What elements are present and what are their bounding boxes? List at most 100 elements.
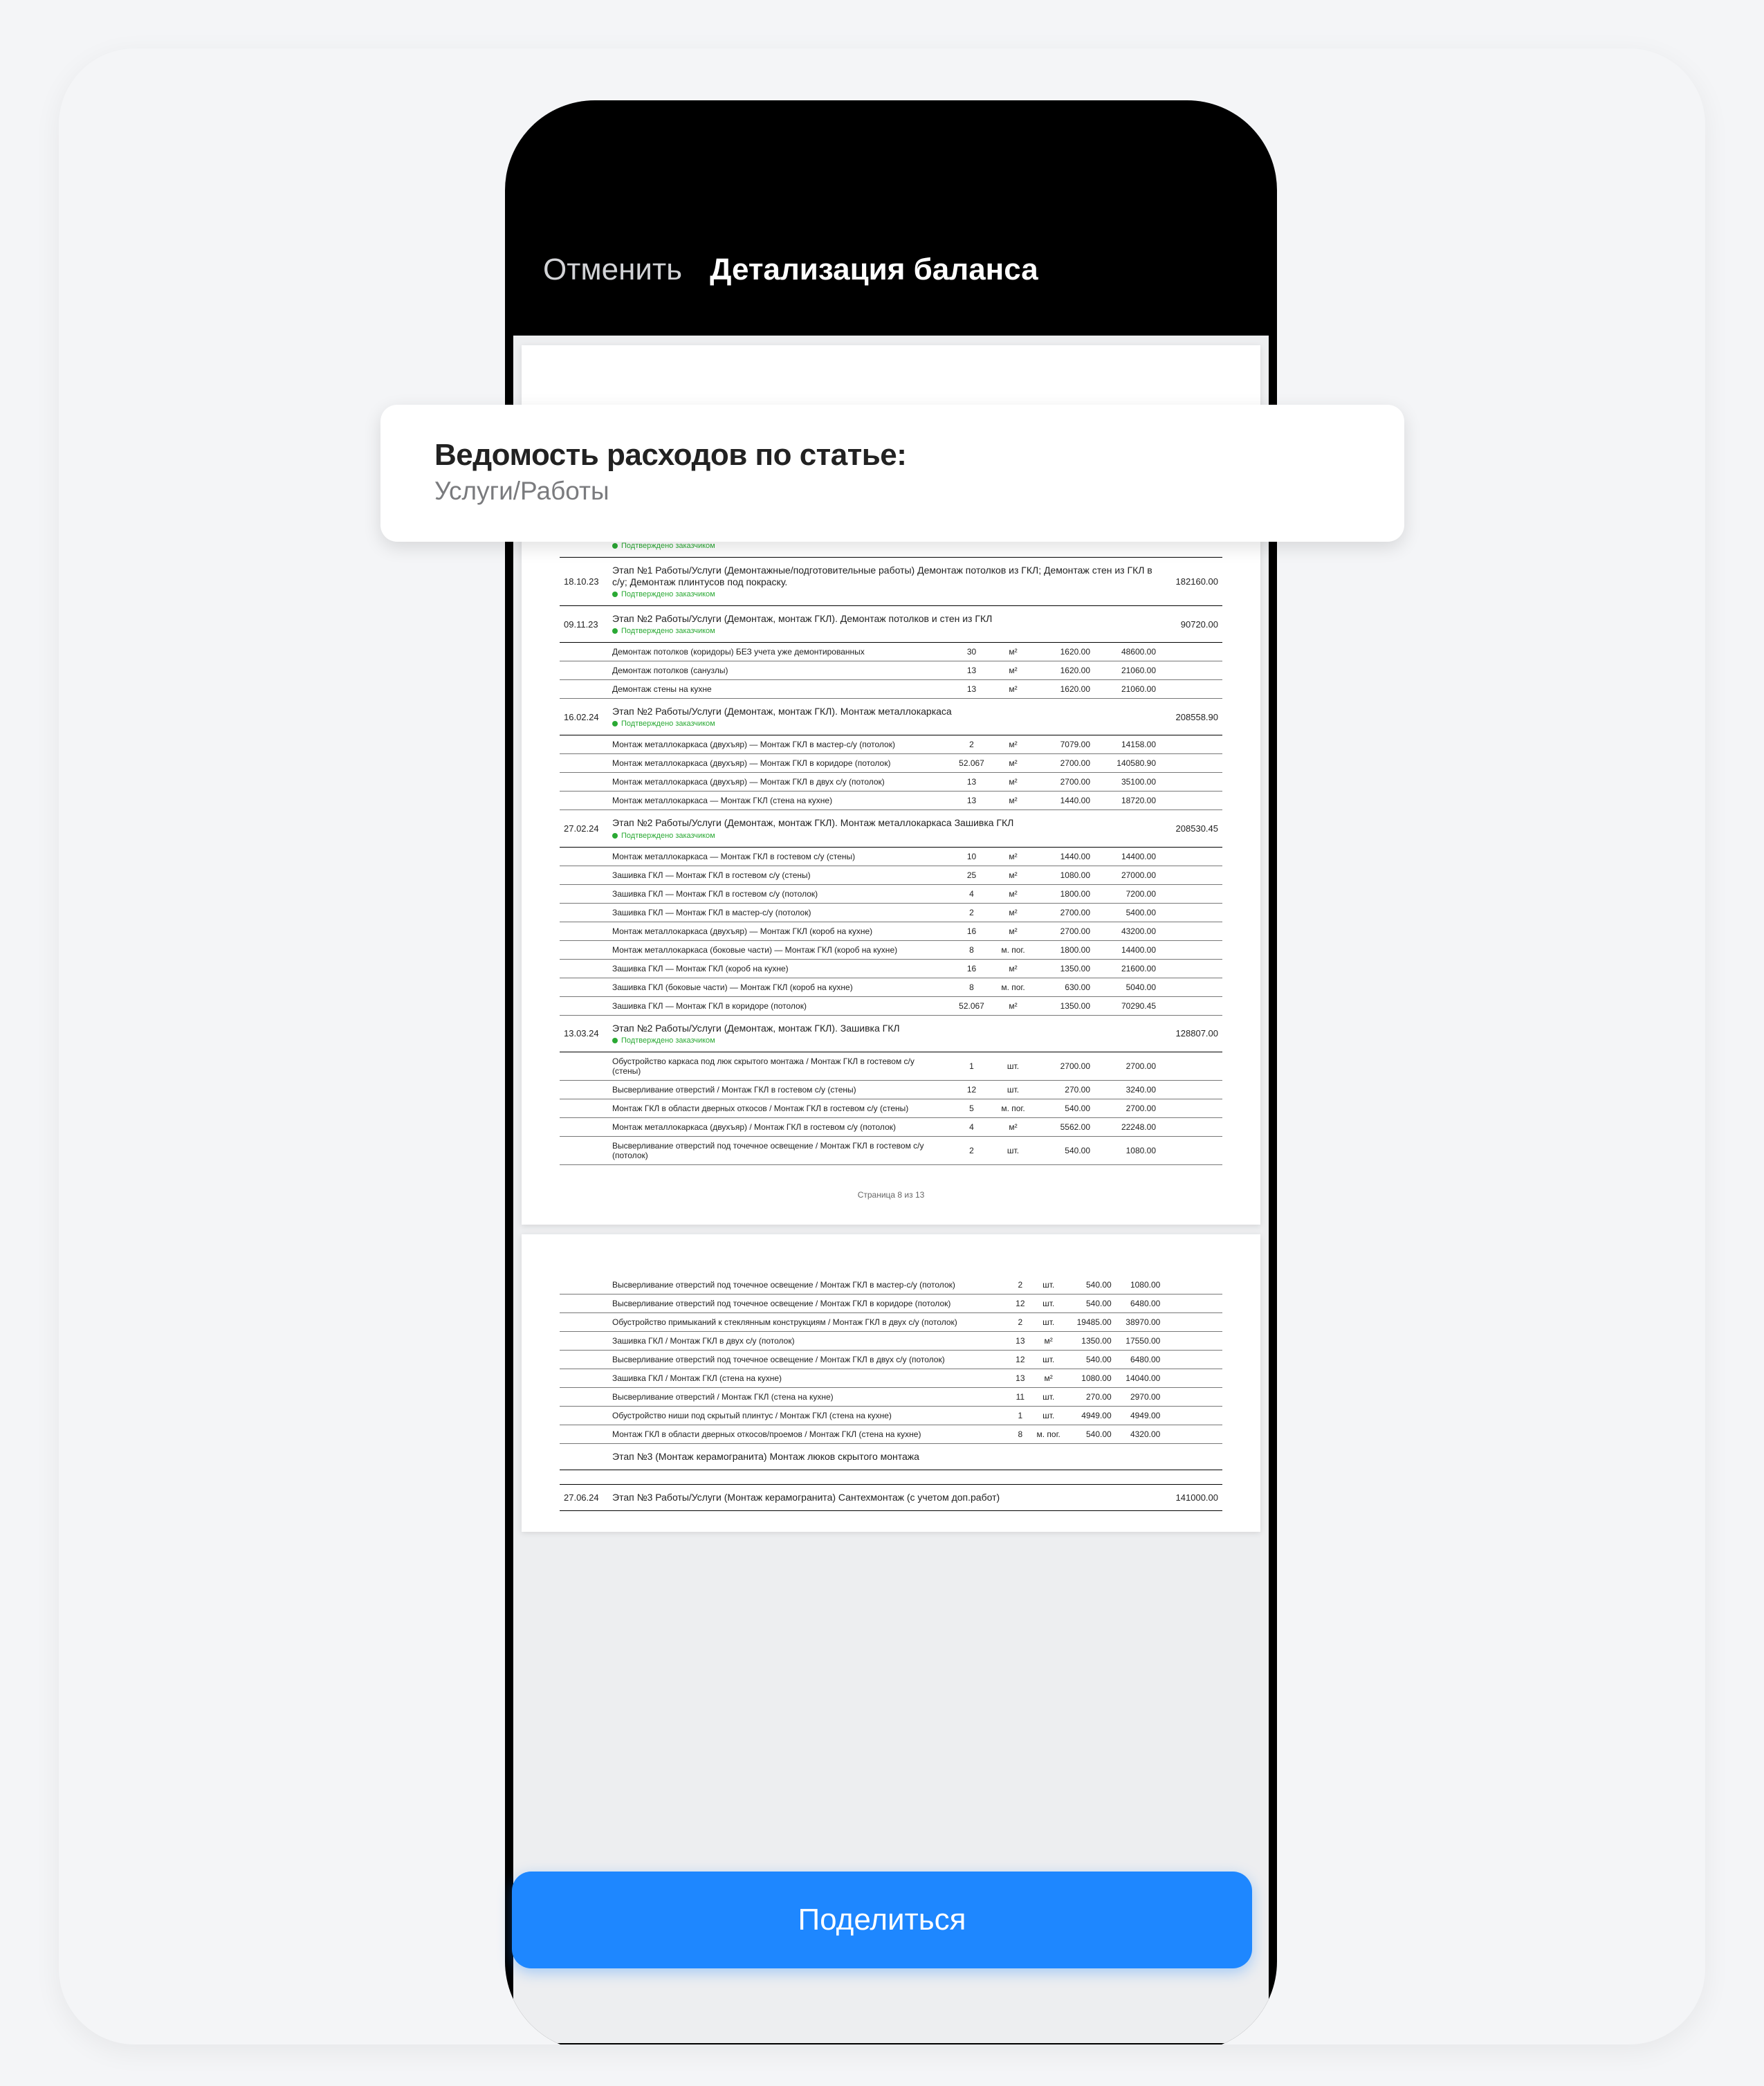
detail-unit: м² xyxy=(994,884,1032,903)
document-viewport[interactable]: Дата Наименование Кол-во Ед. изм Цена за… xyxy=(513,336,1269,2043)
detail-sum: 27000.00 xyxy=(1094,866,1160,884)
detail-row: Монтаж металлокаркаса (двухъяр) / Монтаж… xyxy=(560,1117,1222,1136)
detail-unit: м² xyxy=(994,996,1032,1015)
confirmed-badge: Подтверждено заказчиком xyxy=(612,720,1156,728)
section-row: 09.11.23Этап №2 Работы/Услуги (Демонтаж,… xyxy=(560,606,1222,643)
detail-price: 1080.00 xyxy=(1032,866,1094,884)
detail-qty: 1 xyxy=(1010,1406,1030,1425)
detail-qty: 4 xyxy=(949,884,994,903)
detail-sum: 35100.00 xyxy=(1094,773,1160,792)
section-name: Этап №2 Работы/Услуги (Демонтаж, монтаж … xyxy=(612,706,1156,717)
report-table: Дата Наименование Кол-во Ед. изм Цена за… xyxy=(560,477,1222,1165)
detail-price: 7079.00 xyxy=(1032,735,1094,754)
report-table-2: Высверливание отверстий под точечное осв… xyxy=(560,1276,1222,1511)
detail-price: 540.00 xyxy=(1067,1276,1116,1294)
confirmed-text: Подтверждено заказчиком xyxy=(621,542,715,550)
detail-row: Высверливание отверстий под точечное осв… xyxy=(560,1350,1222,1369)
detail-price: 1620.00 xyxy=(1032,661,1094,680)
detail-row: Зашивка ГКЛ (боковые части) — Монтаж ГКЛ… xyxy=(560,978,1222,996)
detail-sum: 14400.00 xyxy=(1094,847,1160,866)
detail-name: Зашивка ГКЛ — Монтаж ГКЛ (короб на кухне… xyxy=(608,959,949,978)
detail-unit: м² xyxy=(994,1117,1032,1136)
detail-qty: 10 xyxy=(949,847,994,866)
check-icon xyxy=(612,592,618,597)
detail-name: Высверливание отверстий под точечное осв… xyxy=(608,1276,1010,1294)
detail-name: Монтаж металлокаркаса (боковые части) — … xyxy=(608,940,949,959)
detail-price: 1800.00 xyxy=(1032,940,1094,959)
detail-sum: 1080.00 xyxy=(1116,1276,1165,1294)
confirmed-text: Подтверждено заказчиком xyxy=(621,832,715,840)
detail-row: Обустройство примыканий к стеклянным кон… xyxy=(560,1312,1222,1331)
detail-name: Монтаж металлокаркаса — Монтаж ГКЛ в гос… xyxy=(608,847,949,866)
detail-price: 5562.00 xyxy=(1032,1117,1094,1136)
detail-price: 1350.00 xyxy=(1032,959,1094,978)
detail-name: Зашивка ГКЛ — Монтаж ГКЛ в мастер-с/у (п… xyxy=(608,903,949,922)
detail-price: 4949.00 xyxy=(1067,1406,1116,1425)
detail-sum: 21060.00 xyxy=(1094,680,1160,699)
detail-sum: 21060.00 xyxy=(1094,661,1160,680)
section-name: Этап №2 Работы/Услуги (Демонтаж, монтаж … xyxy=(612,817,1156,829)
section-total xyxy=(1164,1470,1222,1484)
detail-row: Монтаж металлокаркаса (двухъяр) — Монтаж… xyxy=(560,735,1222,754)
detail-name: Обустройство примыканий к стеклянным кон… xyxy=(608,1312,1010,1331)
confirmed-badge: Подтверждено заказчиком xyxy=(612,627,1156,635)
report-header-card: Ведомость расходов по статье: Услуги/Раб… xyxy=(380,405,1404,542)
detail-name: Монтаж ГКЛ в области дверных откосов/про… xyxy=(608,1425,1010,1443)
section-total: 208558.90 xyxy=(1160,699,1222,735)
section-date: 18.10.23 xyxy=(560,558,608,606)
detail-row: Монтаж металлокаркаса — Монтаж ГКЛ (стен… xyxy=(560,792,1222,810)
detail-price: 540.00 xyxy=(1032,1136,1094,1164)
detail-price: 1440.00 xyxy=(1032,792,1094,810)
detail-name: Демонтаж потолков (коридоры) БЕЗ учета у… xyxy=(608,643,949,661)
detail-name: Высверливание отверстий под точечное осв… xyxy=(608,1294,1010,1312)
detail-name: Монтаж металлокаркаса (двухъяр) — Монтаж… xyxy=(608,754,949,773)
check-icon xyxy=(612,543,618,549)
detail-sum: 43200.00 xyxy=(1094,922,1160,940)
detail-name: Зашивка ГКЛ / Монтаж ГКЛ в двух с/у (пот… xyxy=(608,1331,1010,1350)
report-subtitle: Услуги/Работы xyxy=(434,477,1356,506)
detail-sum: 22248.00 xyxy=(1094,1117,1160,1136)
detail-sum: 2970.00 xyxy=(1116,1387,1165,1406)
detail-qty: 30 xyxy=(949,643,994,661)
detail-qty: 2 xyxy=(1010,1276,1030,1294)
detail-sum: 2700.00 xyxy=(1094,1052,1160,1080)
section-row: 18.10.23Этап №1 Работы/Услуги (Демонтажн… xyxy=(560,558,1222,606)
detail-sum: 38970.00 xyxy=(1116,1312,1165,1331)
detail-row: Высверливание отверстий / Монтаж ГКЛ в г… xyxy=(560,1080,1222,1099)
detail-price: 19485.00 xyxy=(1067,1312,1116,1331)
detail-price: 270.00 xyxy=(1067,1387,1116,1406)
phone-frame: Отменить Детализация баланса Дата Наимен… xyxy=(505,100,1277,2044)
detail-unit: м² xyxy=(1030,1331,1067,1350)
detail-sum: 70290.45 xyxy=(1094,996,1160,1015)
detail-price: 1620.00 xyxy=(1032,643,1094,661)
detail-name: Высверливание отверстий / Монтаж ГКЛ в г… xyxy=(608,1080,949,1099)
detail-price: 1620.00 xyxy=(1032,680,1094,699)
detail-qty: 13 xyxy=(949,680,994,699)
detail-price: 1350.00 xyxy=(1032,996,1094,1015)
section-total: 128807.00 xyxy=(1160,1015,1222,1052)
confirmed-badge: Подтверждено заказчиком xyxy=(612,832,1156,840)
detail-row: Зашивка ГКЛ — Монтаж ГКЛ в мастер-с/у (п… xyxy=(560,903,1222,922)
detail-qty: 16 xyxy=(949,959,994,978)
detail-price: 2700.00 xyxy=(1032,922,1094,940)
confirmed-badge: Подтверждено заказчиком xyxy=(612,590,1156,598)
detail-unit: м² xyxy=(994,661,1032,680)
detail-unit: шт. xyxy=(1030,1406,1067,1425)
cancel-button[interactable]: Отменить xyxy=(543,253,682,287)
detail-sum: 5400.00 xyxy=(1094,903,1160,922)
detail-unit: м. пог. xyxy=(994,978,1032,996)
detail-row: Зашивка ГКЛ — Монтаж ГКЛ в гостевом с/у … xyxy=(560,884,1222,903)
section-total: 90720.00 xyxy=(1160,606,1222,643)
detail-sum: 140580.90 xyxy=(1094,754,1160,773)
section-row: Этап №3 (Монтаж керамогранита) Монтаж лю… xyxy=(560,1443,1222,1470)
report-page-2: Высверливание отверстий под точечное осв… xyxy=(522,1234,1260,1532)
detail-name: Обустройство каркаса под люк скрытого мо… xyxy=(608,1052,949,1080)
detail-sum: 18720.00 xyxy=(1094,792,1160,810)
detail-unit: шт. xyxy=(1030,1350,1067,1369)
detail-row: Обустройство ниши под скрытый плинтус / … xyxy=(560,1406,1222,1425)
page-title: Детализация баланса xyxy=(710,253,1038,287)
detail-unit: м² xyxy=(994,792,1032,810)
detail-sum: 2700.00 xyxy=(1094,1099,1160,1117)
detail-unit: шт. xyxy=(1030,1294,1067,1312)
share-button[interactable]: Поделиться xyxy=(512,1872,1252,1968)
